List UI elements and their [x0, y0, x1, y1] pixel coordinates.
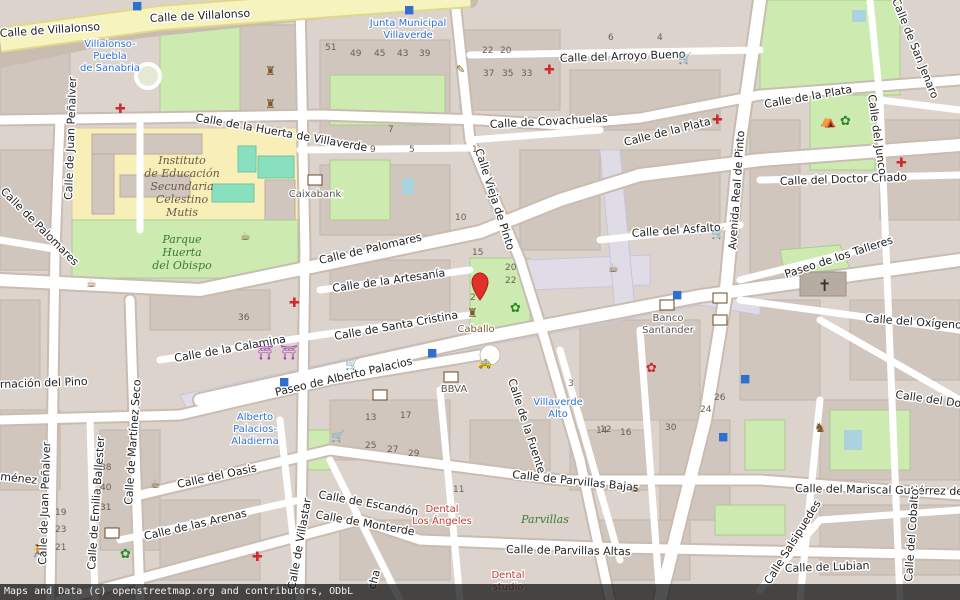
pharmacy-icon[interactable]: ✚	[544, 63, 555, 78]
house-number: 19	[55, 508, 67, 518]
map-attribution: Maps and Data (c) openstreetmap.org and …	[0, 584, 960, 600]
fitness-icon[interactable]: ✿	[510, 301, 521, 316]
bus-stop-icon[interactable]: ■	[132, 0, 142, 12]
bank-icon[interactable]	[659, 299, 675, 311]
house-number: 51	[325, 43, 336, 53]
house-number: 10	[455, 213, 467, 223]
house-number: 9	[370, 145, 376, 155]
house-number: 26	[714, 393, 726, 403]
shopping-icon[interactable]: 🛒	[711, 227, 725, 240]
house-number: 13	[365, 413, 376, 423]
house-number: 20	[500, 46, 512, 56]
house-number: 31	[100, 503, 111, 513]
house-number: 29	[408, 449, 420, 459]
taxi-icon[interactable]: 🚕	[477, 355, 492, 369]
house-number: 22	[482, 46, 493, 56]
house-number: 33	[521, 69, 532, 79]
pharmacy-icon[interactable]: ✚	[289, 296, 300, 311]
bank-icon[interactable]	[372, 389, 388, 401]
bus-stop-icon[interactable]: ■	[718, 430, 728, 443]
townhall-icon[interactable]: ♜	[265, 97, 276, 111]
shopping-icon[interactable]: 🛒	[678, 52, 692, 65]
pharmacy-icon[interactable]: ✚	[712, 113, 723, 128]
fitness-icon[interactable]: ✿	[840, 114, 851, 129]
church-icon: ✝	[818, 276, 831, 295]
house-number: 40	[100, 483, 112, 493]
fitness-icon[interactable]: ✿	[120, 547, 131, 562]
house-number: 2	[470, 293, 476, 303]
cafe-icon[interactable]: ☕	[86, 276, 97, 290]
cafe-icon[interactable]: ☕	[150, 477, 161, 491]
house-number: 45	[374, 49, 385, 59]
townhall-icon[interactable]: ♜	[265, 64, 276, 78]
bus-stop-icon[interactable]: ■	[404, 3, 414, 16]
cafe-icon[interactable]: ☕	[608, 261, 619, 275]
house-number: 20	[505, 263, 517, 273]
playground-icon[interactable]: ⛩	[280, 345, 298, 361]
poi-bbva[interactable]: BBVA	[440, 383, 469, 397]
poi-alberto-palacios-station[interactable]: Alberto Palacios-Aladierna	[230, 411, 280, 449]
bank-icon[interactable]	[712, 314, 728, 326]
house-number: 36	[238, 313, 250, 323]
map-view[interactable]: ✝ Calle de Villalonso Calle de Villalons…	[0, 0, 960, 600]
pharmacy-icon[interactable]: ✚	[115, 102, 126, 117]
cafe-icon[interactable]: ☕	[240, 229, 251, 243]
house-number: 11	[453, 485, 464, 495]
house-number: 43	[397, 49, 408, 59]
bank-icon[interactable]	[104, 527, 120, 539]
picnic-icon[interactable]: ⛺	[820, 114, 836, 129]
poi-caballo[interactable]: Caballo	[456, 323, 496, 337]
playground-icon[interactable]: ⛩	[256, 345, 274, 361]
shopping-icon[interactable]: 🛒	[345, 358, 359, 371]
bus-stop-icon[interactable]: ■	[672, 288, 682, 301]
statue-icon[interactable]: ♜	[467, 306, 478, 320]
house-number: 22	[505, 276, 516, 286]
bus-stop-icon[interactable]: ■	[740, 372, 750, 385]
house-number: 27	[387, 445, 398, 455]
street-label-parvillas-altas: Calle de Parvillas Altas	[506, 543, 631, 558]
house-number: 4	[657, 33, 663, 43]
runner-icon[interactable]: 🏃	[30, 544, 45, 558]
house-number: 37	[483, 69, 494, 79]
house-number: 17	[400, 411, 411, 421]
bank-icon[interactable]	[712, 292, 728, 304]
house-number: 3	[568, 379, 574, 389]
house-number: 14	[596, 426, 608, 436]
house-number: 6	[608, 33, 614, 43]
museum-icon[interactable]: ♞	[814, 421, 826, 436]
house-number: 16	[620, 428, 632, 438]
house-number: 1	[472, 145, 478, 155]
house-number: 30	[665, 423, 677, 433]
shopping-icon[interactable]: 🛒	[331, 430, 345, 443]
house-number: 7	[388, 125, 394, 135]
house-number: 38	[100, 463, 112, 473]
pharmacy-icon[interactable]: ✚	[252, 550, 263, 565]
cafe-icon[interactable]: ☕	[630, 481, 641, 495]
house-number: 49	[350, 49, 362, 59]
bank-icon[interactable]	[307, 174, 323, 186]
poi-parvillas[interactable]: Parvillas	[520, 513, 569, 526]
bus-stop-icon[interactable]: ■	[427, 346, 437, 359]
house-number: 15	[472, 248, 483, 258]
house-number: 23	[55, 525, 66, 535]
pushchair-icon[interactable]: ✎	[456, 63, 465, 76]
house-number: 25	[365, 441, 376, 451]
house-number: 39	[419, 49, 431, 59]
bank-icon[interactable]	[443, 371, 459, 383]
house-number: 21	[55, 543, 66, 553]
poi-caixabank[interactable]: Caixabank	[287, 188, 342, 202]
house-number: 24	[700, 405, 712, 415]
bus-stop-icon[interactable]: ■	[279, 375, 289, 388]
pharmacy-icon[interactable]: ✚	[896, 156, 907, 171]
dentist-icon[interactable]: ✿	[646, 361, 657, 376]
house-number: 35	[502, 69, 513, 79]
map-canvas[interactable]: ✝ Calle de Villalonso Calle de Villalons…	[0, 0, 960, 600]
house-number: 5	[409, 145, 415, 155]
